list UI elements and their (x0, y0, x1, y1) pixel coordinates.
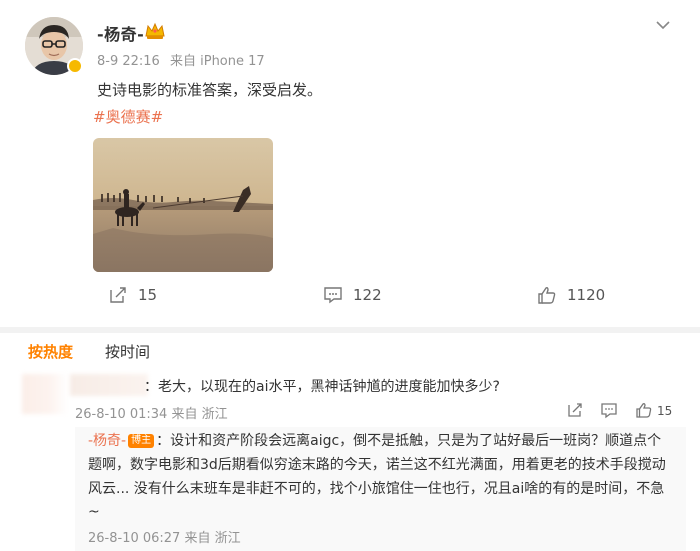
reply-text-line-4: ~ (88, 504, 100, 520)
comment-count: 122 (353, 286, 382, 304)
post-image[interactable] (93, 138, 273, 272)
thumbs-up-icon (538, 287, 556, 304)
tab-by-hot[interactable]: 按热度 (28, 341, 73, 362)
comment-meta: 26-8-10 01:34 来自 浙江 (75, 407, 228, 422)
weibo-post: -杨奇- 8-9 22:16 来自 iPhone 17 史诗电影的标准答案，深受… (0, 0, 700, 327)
tab-by-time[interactable]: 按时间 (105, 341, 150, 362)
blurred-commenter-name (70, 374, 148, 396)
repost-button[interactable]: 15 (108, 284, 157, 306)
comment-like-icon[interactable] (635, 401, 653, 419)
repost-icon (110, 287, 126, 303)
like-button[interactable]: 1120 (537, 284, 605, 306)
section-divider (0, 327, 700, 333)
blurred-commenter-avatar (22, 374, 68, 414)
comment-button[interactable]: 122 (323, 284, 382, 306)
post-meta: 8-9 22:16 来自 iPhone 17 (97, 50, 265, 69)
post-source: 来自 iPhone 17 (169, 54, 265, 69)
post-author-name[interactable]: -杨奇- (97, 21, 144, 45)
reply-meta: 26-8-10 06:27 来自 浙江 (88, 531, 241, 546)
hashtag-link[interactable]: #奥德赛# (93, 106, 163, 127)
reply-text-line-2: 题啊，数字电影和3d后期看似穷途末路的今天，诺兰这不红光满面，用着更老的技术手段… (88, 457, 666, 473)
comment-icon (324, 287, 342, 304)
crown-icon (145, 22, 165, 39)
post-text: 史诗电影的标准答案，深受启发。 (97, 81, 323, 99)
comment-like-count: 15 (657, 404, 673, 418)
like-count: 1120 (567, 286, 606, 304)
comment-repost-icon[interactable] (566, 401, 584, 419)
host-badge: 博主 (128, 434, 155, 448)
post-timestamp[interactable]: 8-9 22:16 (97, 54, 160, 69)
reply-text-line-1: ：设计和资产阶段会远离aigc，倒不是抵触，只是为了站好最后一班岗？顺道点个 (156, 433, 662, 449)
reply-text-line-3: 风云... 没有什么末班车是非赶不可的，找个小旅馆住一住也行，况且ai啥的有的是… (88, 481, 665, 497)
comment-reply-icon[interactable] (600, 401, 618, 419)
repost-count: 15 (138, 286, 158, 304)
comment-text: ：老大，以现在的ai水平，黑神话钟馗的进度能加快多少? (144, 379, 500, 395)
verified-badge-icon (67, 58, 83, 74)
reply-author-name[interactable]: -杨奇- (88, 433, 126, 449)
chevron-down-icon[interactable] (652, 17, 674, 35)
reply-first-line: -杨奇- 博主 ：设计和资产阶段会远离aigc，倒不是抵触，只是为了站好最后一班岗？… (88, 430, 661, 452)
